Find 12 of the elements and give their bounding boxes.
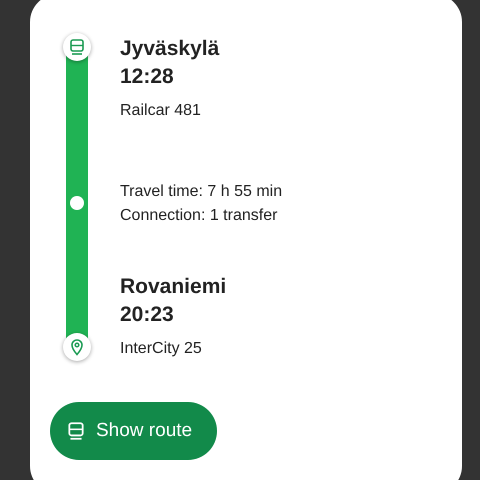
train-icon (63, 33, 91, 61)
train-name: InterCity 25 (120, 339, 203, 359)
journey-info: Travel time: 7 h 55 min (120, 182, 282, 202)
journey-info: Connection: 1 transfer (120, 206, 278, 226)
departure-time: 20:23 (120, 302, 175, 328)
location-pin-icon (63, 333, 91, 361)
train-icon (66, 421, 86, 441)
station-name: Jyväskylä (120, 36, 220, 62)
station-name: Rovaniemi (120, 274, 228, 300)
train-name: Railcar 481 (120, 101, 202, 121)
departure-time: 12:28 (120, 64, 175, 90)
show-route-button[interactable]: Show route (50, 402, 217, 460)
